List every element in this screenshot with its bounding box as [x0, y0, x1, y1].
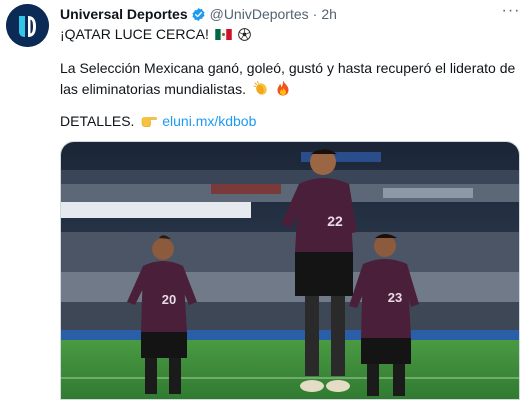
tweet-details-line: DETALLES. eluni.mx/kdbob: [60, 111, 256, 132]
tweet-headline: ¡QATAR LUCE CERCA!: [60, 26, 209, 42]
pointing-right-icon: [142, 117, 158, 127]
tweet-body-line-2-wrap: las eliminatorias mundialistas.: [60, 79, 290, 100]
tweet-link[interactable]: eluni.mx/kdbob: [162, 113, 256, 129]
tweet-headline-line: ¡QATAR LUCE CERCA!: [60, 24, 251, 45]
more-options-icon[interactable]: ···: [498, 2, 524, 24]
clapping-hands-icon: [253, 81, 267, 95]
tweet-body-line-2: las eliminatorias mundialistas.: [60, 81, 246, 97]
account-handle[interactable]: @UnivDeportes: [210, 5, 309, 23]
mexico-players-celebrating-photo-icon: 20 22 23: [61, 142, 519, 399]
jersey-number-left: 20: [162, 292, 176, 307]
jersey-number-right: 23: [388, 290, 402, 305]
tweet-timestamp[interactable]: 2h: [321, 5, 337, 23]
display-name[interactable]: Universal Deportes: [60, 5, 188, 23]
fire-icon: [277, 80, 289, 96]
avatar[interactable]: [6, 4, 49, 47]
details-label: DETALLES.: [60, 113, 135, 129]
universal-deportes-logo-icon: [6, 4, 49, 47]
jersey-number-center: 22: [327, 213, 343, 229]
verified-badge-icon: [191, 7, 206, 22]
mexico-flag-icon: [214, 29, 232, 40]
tweet-media-photo[interactable]: 20 22 23: [60, 141, 520, 400]
tweet-card[interactable]: Universal Deportes @UnivDeportes · 2h ··…: [0, 0, 528, 400]
tweet-body-line-1: La Selección Mexicana ganó, goleó, gustó…: [60, 60, 516, 76]
header-separator: ·: [312, 6, 318, 22]
soccer-ball-icon: [237, 28, 251, 41]
tweet-header: Universal Deportes @UnivDeportes · 2h: [60, 5, 337, 23]
